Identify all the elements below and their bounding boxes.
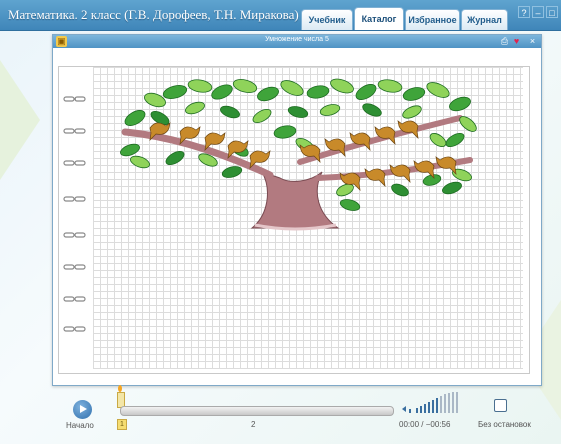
no-stop-label: Без остановок <box>478 420 531 429</box>
no-stop-checkbox[interactable] <box>494 399 507 412</box>
time-remaining: −00:56 <box>425 420 451 429</box>
volume-icon[interactable] <box>402 392 462 416</box>
position-marker: 1 <box>117 419 127 430</box>
time-separator: / <box>421 420 424 429</box>
slider-label: 2 <box>251 420 256 429</box>
play-button[interactable] <box>73 400 92 419</box>
player-controls: Начало 1 2 00:00 / −00:56 Без остановок <box>0 384 561 444</box>
tree-illustration <box>120 78 477 231</box>
progress-slider[interactable] <box>120 406 394 416</box>
bird-icon <box>149 120 457 191</box>
start-label: Начало <box>66 421 94 430</box>
candle-flame-icon <box>118 385 122 392</box>
time-display: 00:00 / −00:56 <box>399 420 450 429</box>
time-current: 00:00 <box>399 420 420 429</box>
